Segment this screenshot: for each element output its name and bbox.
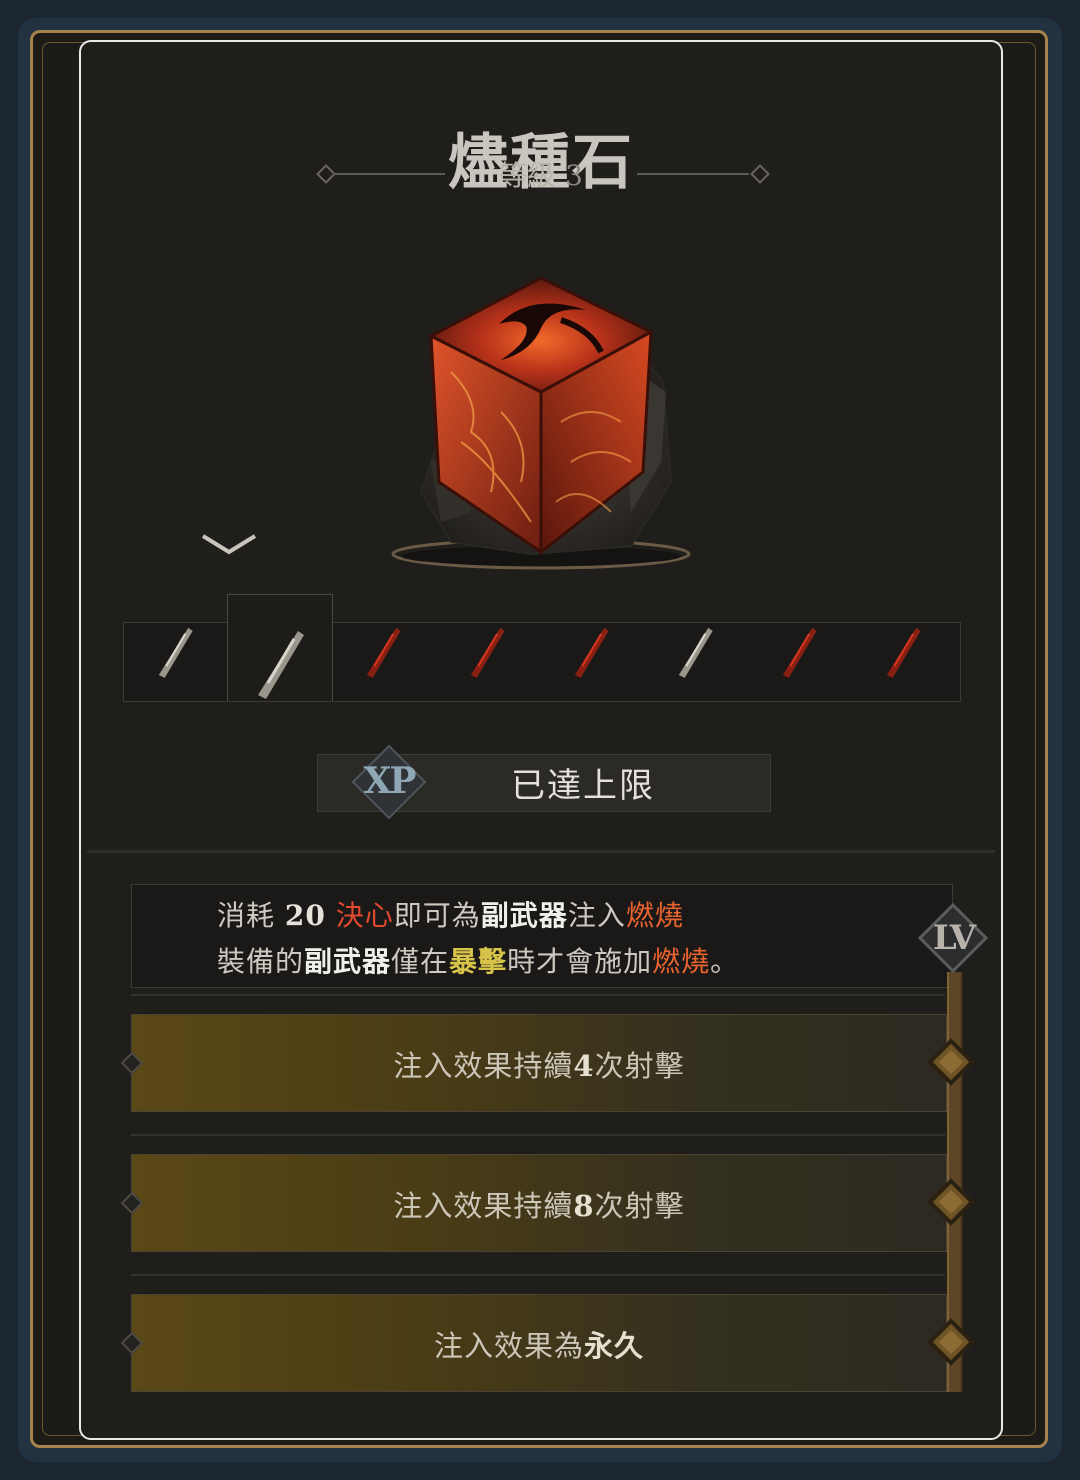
weapon-slot-2[interactable]: [227, 594, 333, 701]
selected-chevron-icon: [201, 534, 257, 555]
upgrade-tier-3[interactable]: 注入效果為永久: [120, 1294, 947, 1392]
section-divider: [87, 850, 995, 853]
tier-text-value: 4: [573, 1049, 595, 1083]
weapon-slot-5[interactable]: [539, 622, 643, 700]
tier-node-diamond-icon: [927, 1318, 975, 1366]
description-line2-segment-5: 時才會施加: [507, 945, 653, 978]
item-level: 等級 3: [81, 154, 1001, 194]
weapon-slot-3[interactable]: [331, 622, 435, 700]
upgrade-tier-2[interactable]: 注入效果持續8次射擊: [120, 1154, 947, 1252]
level-value: 3: [565, 159, 583, 192]
description-line2-segment-7: 。: [710, 945, 740, 978]
tier-text-value: 8: [573, 1189, 595, 1223]
weapon-5-icon: [574, 627, 609, 678]
lv-badge-label: LV: [932, 918, 976, 958]
description-line1-segment-5: 副武器: [480, 899, 568, 932]
description-line2-segment-2: 副武器: [304, 945, 392, 978]
description-line1-segment-7: 燃燒: [625, 899, 684, 932]
tier-text-value: 永久: [584, 1329, 645, 1363]
weapon-slot-8[interactable]: [851, 622, 955, 700]
weapon-4-icon: [470, 627, 505, 678]
description-line2-segment-1: 裝備的: [217, 945, 305, 978]
weapon-slot-1[interactable]: [123, 622, 227, 700]
tier-description: 注入效果持續4次射擊: [132, 1043, 946, 1085]
level-label: 等級: [499, 159, 556, 192]
weapon-slot-7[interactable]: [747, 622, 851, 700]
tier-description: 注入效果為永久: [132, 1323, 946, 1365]
item-detail-panel: 燼種石 等級 3 XP 已達上限 消耗 20 決心即可為副武器注入燃燒 裝備的副…: [79, 40, 1003, 1440]
description-line1-segment-1: 消耗: [217, 899, 285, 932]
tier-node-diamond-icon: [927, 1038, 975, 1086]
tier-description: 注入效果持續8次射擊: [132, 1183, 946, 1225]
weapon-7-icon: [782, 627, 817, 678]
tier-text-post: 次射擊: [594, 1189, 685, 1223]
tier-text-pre: 注入效果為: [433, 1329, 584, 1363]
tier-separator: [131, 1274, 945, 1276]
description-line2-segment-4: 暴擊: [449, 945, 508, 978]
description-line2-segment-3: 僅在: [391, 945, 450, 978]
tier-separator: [131, 994, 945, 996]
xp-badge-label: XP: [363, 760, 416, 802]
upgrade-tier-1[interactable]: 注入效果持續4次射擊: [120, 1014, 947, 1112]
tier-separator: [131, 1134, 945, 1136]
weapon-6-icon: [678, 627, 713, 678]
description-line2-segment-6: 燃燒: [652, 945, 711, 978]
weapon-1-icon: [158, 627, 193, 678]
weapon-slot-4[interactable]: [435, 622, 539, 700]
tier-text-pre: 注入效果持續: [393, 1049, 574, 1083]
description-line1-segment-2: 20: [284, 899, 326, 932]
weapon-8-icon: [886, 627, 921, 678]
description-line1-segment-4: 即可為: [393, 899, 481, 932]
tier-text-post: 次射擊: [594, 1049, 685, 1083]
description-line1-segment-3: 決心: [325, 899, 394, 932]
xp-status-text: 已達上限: [511, 766, 655, 806]
description-line-1: 消耗 20 決心即可為副武器注入燃燒: [217, 894, 684, 934]
description-line-2: 裝備的副武器僅在暴擊時才會施加燃燒。: [217, 940, 739, 980]
emberseed-stone-image: [391, 276, 691, 570]
weapon-3-icon: [366, 627, 401, 678]
tier-node-diamond-icon: [927, 1178, 975, 1226]
weapon-slot-6[interactable]: [643, 622, 747, 700]
tier-text-pre: 注入效果持續: [393, 1189, 574, 1223]
weapon-2-icon: [258, 631, 304, 699]
description-line1-segment-6: 注入: [567, 899, 626, 932]
